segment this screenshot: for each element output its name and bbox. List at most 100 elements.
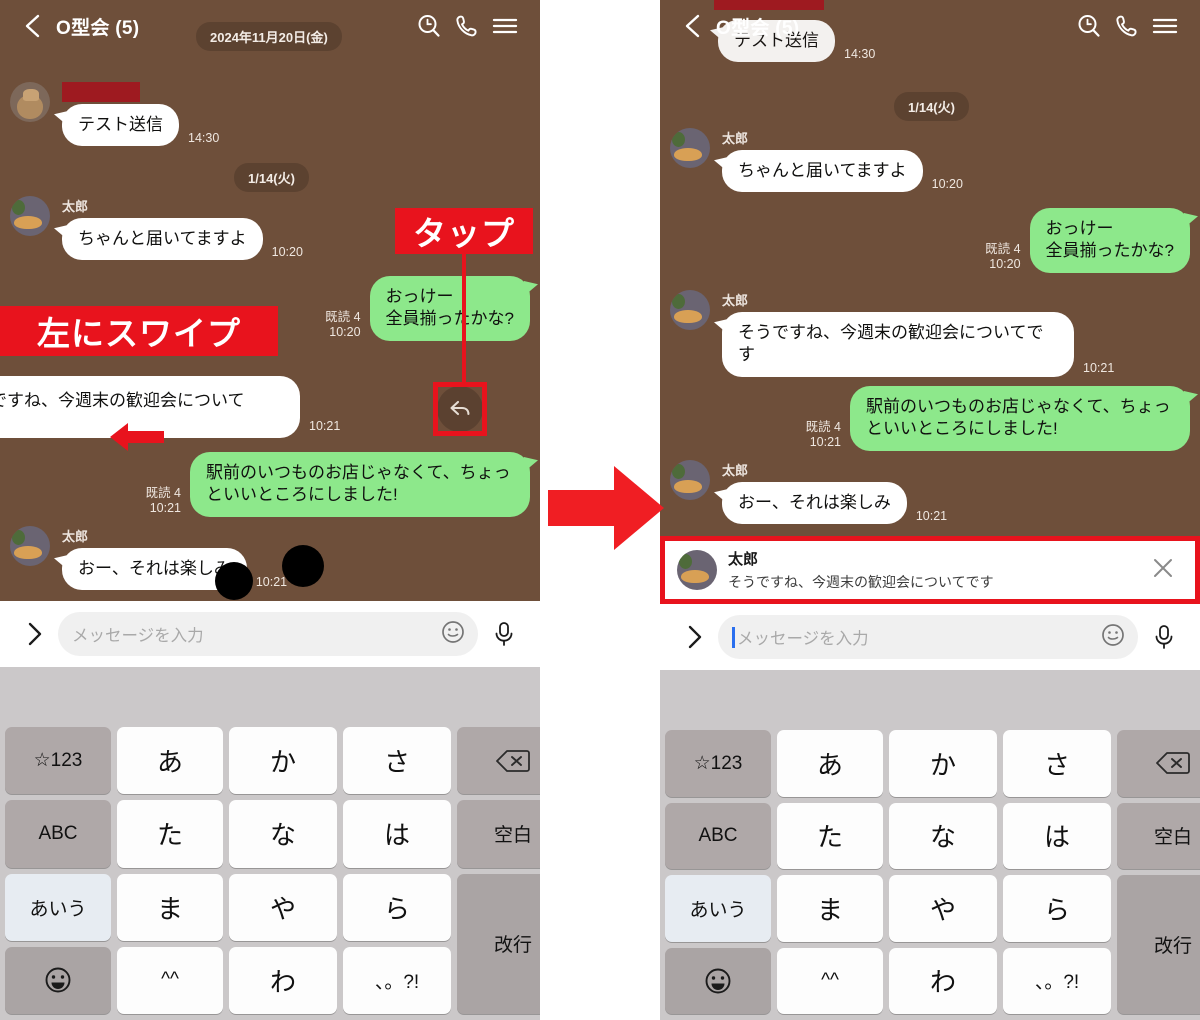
key-sa[interactable]: さ	[1003, 730, 1111, 797]
chat-area-right: O型会 (5) テスト送信 14:30 1/14(火) 太郎 ちゃんと届いてます…	[660, 0, 1200, 536]
key-punct[interactable]: 、。?!	[1003, 947, 1111, 1014]
avatar[interactable]	[670, 460, 710, 500]
chevron-right-icon[interactable]	[16, 621, 54, 647]
message-bubble[interactable]: そうですね、今週末の歓迎会についてです	[722, 312, 1074, 377]
avatar[interactable]	[10, 82, 50, 122]
message-row: 既読 4 10:21 駅前のいつものお店じゃなくて、ちょっといいところにしました…	[806, 386, 1190, 451]
hamburger-menu-icon[interactable]	[486, 7, 524, 45]
search-clock-icon[interactable]	[1070, 7, 1108, 45]
key-wa[interactable]: わ	[889, 947, 997, 1014]
message-bubble[interactable]: ちゃんと届いてますよ	[62, 218, 263, 261]
key-na[interactable]: な	[889, 802, 997, 869]
smiley-icon[interactable]	[1100, 622, 1126, 653]
avatar[interactable]	[10, 526, 50, 566]
key-kaomoji[interactable]: ^^	[777, 947, 883, 1014]
message-list-right[interactable]: テスト送信 14:30 1/14(火) 太郎 ちゃんと届いてますよ 10:20	[660, 0, 1200, 536]
key-kana-mode[interactable]: あいう	[5, 873, 111, 941]
microphone-icon[interactable]	[484, 620, 524, 648]
back-button[interactable]	[676, 9, 710, 43]
message-time: 10:21	[309, 418, 341, 433]
key-kaomoji[interactable]: ^^	[117, 946, 223, 1014]
key-ra[interactable]: ら	[1003, 875, 1111, 942]
message-row: テスト送信 14:30	[10, 82, 219, 147]
phone-icon[interactable]	[448, 7, 486, 45]
key-na[interactable]: な	[229, 800, 337, 868]
key-ha[interactable]: は	[1003, 802, 1111, 869]
back-button[interactable]	[16, 9, 50, 43]
message-row-swiped: ですね、今週末の歓迎会について 10:21	[0, 376, 341, 439]
key-symbols[interactable]: ☆123	[5, 727, 111, 795]
redaction-dot	[282, 545, 324, 587]
key-a[interactable]: あ	[777, 730, 883, 797]
message-bubble[interactable]: 駅前のいつものお店じゃなくて、ちょっといいところにしました!	[190, 452, 530, 517]
avatar[interactable]	[677, 550, 717, 590]
message-time: 10:21	[255, 574, 288, 589]
key-abc[interactable]: ABC	[665, 802, 771, 869]
avatar[interactable]	[670, 290, 710, 330]
key-kana-mode[interactable]: あいう	[665, 875, 771, 942]
message-row: 太郎 ちゃんと届いてますよ 10:20	[10, 196, 303, 261]
message-time: 10:20	[329, 325, 361, 340]
avatar[interactable]	[10, 196, 50, 236]
emoji-icon[interactable]	[665, 947, 771, 1014]
date-chip: 1/14(火)	[234, 163, 309, 192]
key-ra[interactable]: ら	[343, 873, 451, 941]
chat-header-left: O型会 (5)	[0, 0, 540, 52]
keyboard-right: ☆123 あ か さ ABC た な は 空白 あいう ま や ら 改行 ^^ …	[660, 670, 1200, 1020]
key-wa[interactable]: わ	[229, 946, 337, 1014]
key-abc[interactable]: ABC	[5, 800, 111, 868]
message-input-field[interactable]: メッセージを入力	[718, 615, 1138, 659]
key-ta[interactable]: た	[117, 800, 223, 868]
key-ya[interactable]: や	[889, 875, 997, 942]
message-bubble[interactable]: テスト送信	[62, 104, 179, 147]
message-bubble[interactable]: おっけー 全員揃ったかな?	[369, 276, 530, 341]
avatar[interactable]	[670, 128, 710, 168]
hamburger-menu-icon[interactable]	[1146, 7, 1184, 45]
message-input-bar-left: メッセージを入力	[0, 601, 540, 667]
phone-icon[interactable]	[1108, 7, 1146, 45]
key-ya[interactable]: や	[229, 873, 337, 941]
sender-name: 太郎	[62, 199, 89, 214]
key-enter[interactable]: 改行	[457, 873, 540, 1014]
redacted-sender-name	[62, 82, 140, 102]
key-ka[interactable]: か	[229, 727, 337, 795]
message-list-left[interactable]: 2024年11月20日(金) テスト送信 14:30 1/14(火) 太郎 ちゃ…	[0, 0, 540, 601]
sender-name: 太郎	[62, 529, 89, 544]
key-space[interactable]: 空白	[1117, 802, 1200, 869]
key-ta[interactable]: た	[777, 802, 883, 869]
message-time: 10:21	[915, 508, 948, 523]
arrow-left-icon	[110, 423, 164, 451]
chevron-right-icon[interactable]	[676, 624, 714, 650]
key-sa[interactable]: さ	[343, 727, 451, 795]
close-icon[interactable]	[1143, 554, 1183, 587]
key-symbols[interactable]: ☆123	[665, 730, 771, 797]
key-punct[interactable]: 、。?!	[343, 946, 451, 1014]
suggestion-bar	[0, 667, 540, 727]
key-enter[interactable]: 改行	[1117, 875, 1200, 1014]
read-count: 既読 4	[325, 309, 361, 324]
microphone-icon[interactable]	[1144, 623, 1184, 651]
reply-preview-text: そうですね、今週末の歓迎会についてです	[728, 574, 994, 590]
delete-icon[interactable]	[1117, 730, 1200, 797]
message-bubble[interactable]: おっけー 全員揃ったかな?	[1029, 208, 1190, 273]
sender-name: 太郎	[722, 463, 749, 478]
search-clock-icon[interactable]	[410, 7, 448, 45]
key-ma[interactable]: ま	[777, 875, 883, 942]
arrow-right-icon	[548, 466, 664, 550]
message-bubble[interactable]: ちゃんと届いてますよ	[722, 150, 923, 193]
smiley-icon[interactable]	[440, 619, 466, 650]
key-ha[interactable]: は	[343, 800, 451, 868]
message-input-field[interactable]: メッセージを入力	[58, 612, 478, 656]
read-count: 既読 4	[145, 485, 181, 500]
key-ka[interactable]: か	[889, 730, 997, 797]
key-a[interactable]: あ	[117, 727, 223, 795]
read-count: 既読 4	[985, 241, 1021, 256]
emoji-icon[interactable]	[5, 946, 111, 1014]
key-space[interactable]: 空白	[457, 800, 540, 868]
message-bubble[interactable]: 駅前のいつものお店じゃなくて、ちょっといいところにしました!	[850, 386, 1190, 451]
message-time: 10:21	[1083, 361, 1115, 376]
delete-icon[interactable]	[457, 727, 540, 795]
message-bubble[interactable]: おー、それは楽しみ	[722, 482, 907, 525]
phone-screen-after: O型会 (5) テスト送信 14:30 1/14(火) 太郎 ちゃんと届いてます…	[660, 0, 1200, 1020]
key-ma[interactable]: ま	[117, 873, 223, 941]
